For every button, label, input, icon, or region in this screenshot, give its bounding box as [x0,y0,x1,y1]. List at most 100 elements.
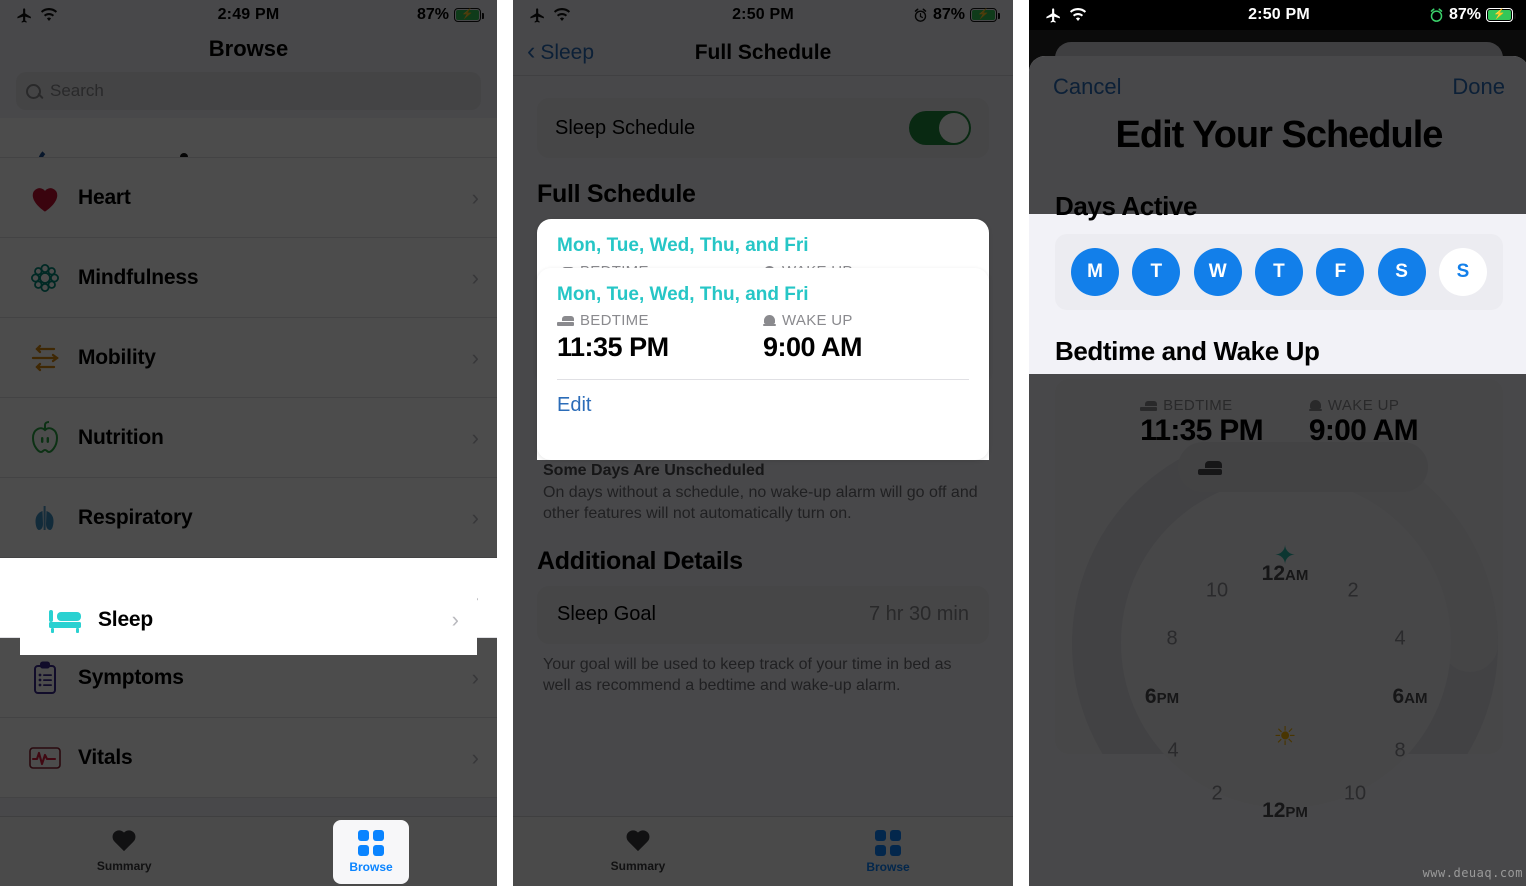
list-item-respiratory[interactable]: Respiratory › [0,478,497,558]
schedule-days: Mon, Tue, Wed, Thu, and Fri [557,284,809,305]
list-item-partial[interactable] [0,118,497,158]
lungs-icon [22,502,68,534]
list-item-mobility[interactable]: Mobility › [0,318,497,398]
battery-icon: ⚡ [454,8,484,22]
heart-icon [625,831,651,855]
panel-browse: 2:49 PM 87% ⚡ Browse Search Heart › Mind… [0,0,497,886]
tab-bar-2: Summary Browse [513,816,1013,886]
battery-percent: 87% [1448,6,1481,23]
list-item-label: Mindfulness [78,265,199,289]
chevron-right-icon: › [471,424,479,450]
chevron-right-icon: › [451,607,459,632]
day-toggle-thu[interactable]: T [1254,248,1303,296]
page-title: Browse [208,36,289,61]
status-right: 87% ⚡ [913,6,1000,24]
bed-icon [557,315,574,326]
list-item-label: Symptoms [78,665,184,689]
wakeup-label: WAKE UP [782,312,853,329]
day-toggle-mon[interactable]: M [1071,248,1119,296]
chevron-right-icon: › [471,184,479,210]
footnote-body: On days without a schedule, no wake-up a… [543,483,978,523]
list-item-label: Nutrition [78,425,164,449]
day-toggle-wed[interactable]: W [1193,248,1242,296]
grid-icon [358,830,384,856]
search-input[interactable]: Search [16,72,481,110]
list-item-nutrition[interactable]: Nutrition › [0,398,497,478]
dim-overlay-3-top [1029,56,1526,214]
chevron-right-icon: › [471,264,479,290]
battery-percent: 87% [416,6,449,23]
grid-icon [875,829,901,856]
bed-icon [42,606,88,634]
tab-label: Summary [610,858,666,873]
list-item-mindfulness[interactable]: Mindfulness › [0,238,497,318]
heart-icon [22,183,68,213]
sleep-row-highlight[interactable]: Sleep › [20,585,477,655]
list-item-vitals[interactable]: Vitals › [0,718,497,798]
bedtime-section-title: Bedtime and Wake Up [1055,336,1320,366]
schedule-days: Mon, Tue, Wed, Thu, and Fri [557,235,809,256]
chevron-right-icon: › [471,344,479,370]
tab-label: Summary [96,858,152,873]
panel-gap-1 [497,0,513,886]
vitals-icon [22,745,68,771]
nav-bar-2: ‹ Sleep Full Schedule [513,30,1013,76]
goal-footnote: Your goal will be used to keep track of … [537,644,989,697]
tab-summary[interactable]: Summary [0,817,249,886]
panel-edit-schedule: 2:50 PM 87% ⚡ Cancel Done Edit Your Sche… [1029,0,1526,886]
sleep-schedule-label: Sleep Schedule [555,116,696,139]
browse-list: Heart › Mindfulness › Mobility › Nutriti… [0,118,497,798]
section-additional-title: Additional Details [537,546,743,575]
day-toggle-tue[interactable]: T [1132,248,1181,296]
sleep-goal-row[interactable]: Sleep Goal 7 hr 30 min [537,585,989,644]
chevron-left-icon: ‹ [527,37,536,65]
list-item-label: Mobility [78,345,156,369]
day-toggle-sat[interactable]: S [1377,248,1426,296]
battery-icon: ⚡ [970,8,1000,22]
bedtime-label-row: BEDTIME [557,312,763,329]
list-item-label: Heart [78,185,131,209]
status-bar-1: 2:49 PM 87% ⚡ [0,0,497,30]
list-item-label: Vitals [78,745,133,769]
day-toggle-fri[interactable]: F [1316,248,1365,296]
wakeup-col: WAKE UP 9:00 AM [763,312,969,363]
battery-percent: 87% [932,6,965,23]
tab-summary[interactable]: Summary [513,817,763,886]
mindfulness-icon [22,262,68,294]
bedtime-value: 11:35 PM [557,332,669,362]
sleep-schedule-toggle[interactable] [909,111,971,145]
tab-label: Browse [349,860,393,874]
tab-browse-highlight[interactable]: Browse [333,820,409,884]
chevron-right-icon: › [471,664,479,690]
list-item-label: Respiratory [78,505,193,529]
back-button-sleep[interactable]: ‹ Sleep [527,37,594,65]
clipboard-icon [22,661,68,695]
wakeup-value: 9:00 AM [763,332,863,362]
search-placeholder: Search [50,81,104,100]
unscheduled-footnote: Some Days Are Unscheduled On days withou… [537,450,989,525]
bedtime-col: BEDTIME 11:35 PM [557,312,763,363]
section-full-schedule-title: Full Schedule [537,180,696,208]
chevron-right-icon: › [471,744,479,770]
watermark: www.deuaq.com [1422,866,1523,880]
schedule-card-highlight[interactable]: Mon, Tue, Wed, Thu, and Fri BEDTIME 11:3… [537,268,989,460]
sleep-schedule-row[interactable]: Sleep Schedule [537,98,989,158]
list-item-label: Sleep [98,608,154,631]
alarm-icon [1430,7,1443,22]
edit-button[interactable]: Edit [537,380,989,433]
hearing-icon [38,147,68,157]
nutrition-icon [22,420,68,455]
day-toggle-sun[interactable]: S [1438,248,1487,296]
status-bar-3: 2:50 PM 87% ⚡ [1029,0,1526,30]
battery-icon: ⚡ [1486,8,1516,22]
screenshot-stage: 2:49 PM 87% ⚡ Browse Search Heart › Mind… [0,0,1526,886]
list-item-heart[interactable]: Heart › [0,158,497,238]
wakeup-label-row: WAKE UP [763,312,969,329]
bedtime-label: BEDTIME [580,312,649,329]
days-active-row: M T W T F S S [1055,234,1503,310]
search-container: Search [0,72,497,118]
heart-icon [111,831,137,855]
panel-full-schedule: 2:50 PM 87% ⚡ ‹ Sleep Full Schedule Slee… [513,0,1013,886]
tab-browse[interactable]: Browse [763,817,1013,886]
chevron-right-icon: › [471,504,479,530]
